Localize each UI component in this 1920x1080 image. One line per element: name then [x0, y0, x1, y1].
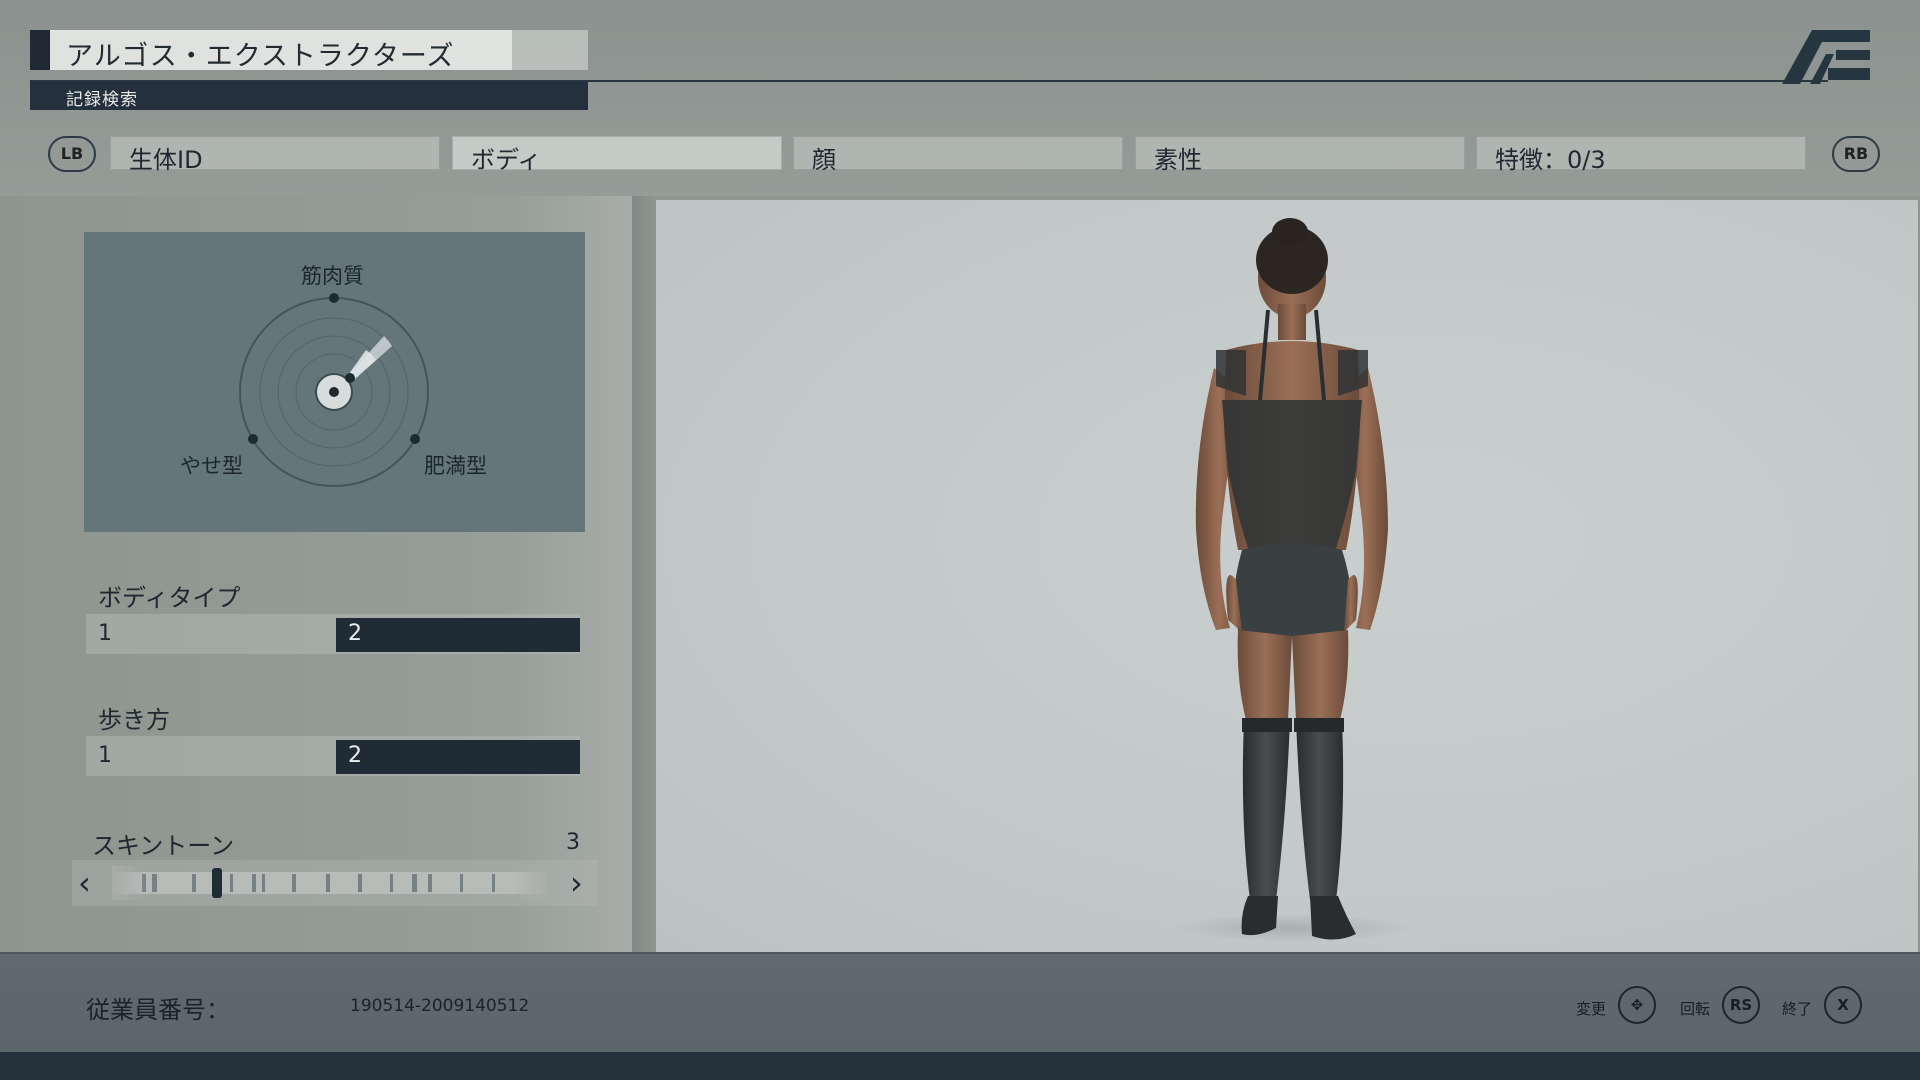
panel-shadow — [632, 196, 656, 952]
skin-tone-value: 3 — [566, 830, 580, 855]
heavy-label: 肥満型 — [424, 454, 487, 478]
character-model — [1172, 218, 1412, 942]
walk-style-selector: 1 2 — [86, 736, 580, 776]
x-button-icon[interactable]: X — [1824, 986, 1862, 1024]
tab-label: ボディ — [471, 146, 542, 174]
walk-style-option-2[interactable]: 2 — [336, 740, 580, 774]
ae-logo-icon — [1782, 28, 1870, 84]
page-subtitle: 記録検索 — [66, 90, 138, 110]
lb-button[interactable]: LB — [48, 136, 96, 172]
body-type-selector: 1 2 — [86, 614, 580, 654]
title-bar: アルゴス・エクストラクターズ — [30, 30, 588, 72]
employee-number-label: 従業員番号： — [86, 996, 230, 1024]
tab-traits[interactable]: 特徴：0/3 — [1476, 136, 1806, 174]
thin-point — [248, 434, 258, 444]
body-type-option-1[interactable]: 1 — [86, 618, 330, 652]
option-label: 2 — [348, 743, 362, 768]
muscular-label: 筋肉質 — [301, 264, 364, 288]
skin-tone-label: スキントーン — [92, 832, 235, 860]
character-preview[interactable] — [656, 200, 1918, 952]
exit-hint-label: 終了 — [1782, 1000, 1813, 1018]
tab-label: 素性 — [1154, 146, 1202, 174]
rotate-hint-label: 回転 — [1680, 1000, 1711, 1018]
option-label: 2 — [348, 621, 362, 646]
rb-button[interactable]: RB — [1832, 136, 1880, 172]
tab-face[interactable]: 顔 — [793, 136, 1123, 174]
option-label: 1 — [98, 743, 112, 768]
body-type-option-2[interactable]: 2 — [336, 618, 580, 652]
skin-tone-track[interactable] — [112, 866, 548, 900]
body-type-label: ボディタイプ — [98, 584, 241, 612]
body-shape-chart[interactable]: 筋肉質 やせ型 肥満型 — [84, 232, 585, 532]
tab-label: 顔 — [812, 146, 836, 174]
employee-number-value: 190514-2009140512 — [350, 996, 530, 1016]
tab-background[interactable]: 素性 — [1135, 136, 1465, 174]
tab-bar: LB 生体ID ボディ 顔 素性 特徴：0/3 RB — [0, 130, 1920, 176]
bottom-strip — [0, 1052, 1920, 1080]
title-accent — [30, 30, 50, 70]
tab-label: 特徴：0/3 — [1495, 146, 1606, 174]
heavy-point — [410, 434, 420, 444]
rs-stick-icon[interactable]: RS — [1722, 986, 1760, 1024]
chevron-left-icon[interactable]: ‹ — [78, 864, 91, 902]
tab-body[interactable]: ボディ — [452, 136, 782, 174]
option-label: 1 — [98, 621, 112, 646]
change-hint-label: 変更 — [1576, 1000, 1607, 1018]
tab-bio-id[interactable]: 生体ID — [110, 136, 440, 174]
chevron-right-icon[interactable]: › — [570, 864, 583, 902]
walk-style-option-1[interactable]: 1 — [86, 740, 330, 774]
subtitle-bar: 記録検索 — [30, 81, 588, 110]
dpad-icon[interactable]: ✥ — [1618, 986, 1656, 1024]
muscular-point — [329, 293, 339, 303]
tab-label: 生体ID — [129, 146, 203, 174]
walk-style-label: 歩き方 — [98, 706, 170, 734]
thin-label: やせ型 — [180, 454, 243, 478]
page-title: アルゴス・エクストラクターズ — [66, 41, 455, 72]
header: アルゴス・エクストラクターズ 記録検索 LB 生体ID ボディ 顔 素性 特徴：… — [0, 0, 1920, 196]
skin-tone-slider[interactable]: ‹ › — [72, 860, 598, 906]
footer-bar: 従業員番号： 190514-2009140512 変更 ✥ 回転 RS 終了 X — [0, 952, 1920, 1054]
